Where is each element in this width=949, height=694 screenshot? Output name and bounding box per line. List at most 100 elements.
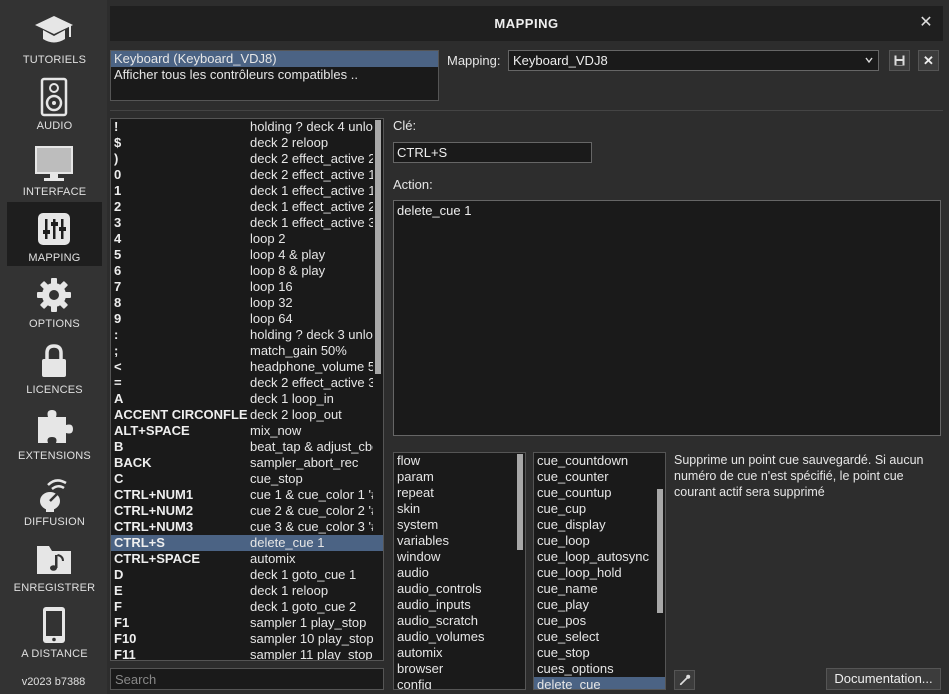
verb-category-item[interactable]: skin bbox=[394, 501, 525, 517]
save-button[interactable] bbox=[889, 50, 910, 71]
sidebar-item-interface[interactable]: INTERFACE bbox=[7, 136, 102, 200]
documentation-button[interactable]: Documentation... bbox=[826, 668, 941, 690]
verb-item[interactable]: cue_countup bbox=[534, 485, 665, 501]
key-row[interactable]: F1 sampler 1 play_stop bbox=[111, 615, 383, 631]
verb-item[interactable]: cue_pos bbox=[534, 613, 665, 629]
key-row[interactable]: Bbeat_tap & adjust_cbg bbox=[111, 439, 383, 455]
verb-item[interactable]: cues_options bbox=[534, 661, 665, 677]
verb-category-item[interactable]: audio_scratch bbox=[394, 613, 525, 629]
verb-category-item[interactable]: audio bbox=[394, 565, 525, 581]
key-row[interactable]: Ddeck 1 goto_cue 1 bbox=[111, 567, 383, 583]
key-row[interactable]: ACCENT CIRCONFLEXEdeck 2 loop_out bbox=[111, 407, 383, 423]
verb-item[interactable]: cue_counter bbox=[534, 469, 665, 485]
verb-list[interactable]: cue_countdown cue_counter cue_countup cue_c… bbox=[533, 452, 666, 690]
key-action: deck 1 loop_in bbox=[250, 391, 334, 406]
key-row[interactable]: : holding ? deck 3 unloop bbox=[111, 327, 383, 343]
key-action: delete_cue 1 bbox=[250, 535, 325, 550]
verb-item[interactable]: cue_stop bbox=[534, 645, 665, 661]
key-row[interactable]: 3 deck 1 effect_active 3 bbox=[111, 215, 383, 231]
sidebar-item-audio[interactable]: AUDIO bbox=[7, 70, 102, 134]
controller-list[interactable]: Keyboard (Keyboard_VDJ8) Afficher tous l… bbox=[110, 50, 439, 101]
key-row[interactable]: Adeck 1 loop_in bbox=[111, 391, 383, 407]
verb-category-list[interactable]: flow param repeat skin system variables window… bbox=[393, 452, 526, 690]
search-input[interactable] bbox=[110, 668, 384, 690]
key-row[interactable]: CTRL+S delete_cue 1 bbox=[111, 535, 383, 551]
verb-item[interactable]: cue_countdown bbox=[534, 453, 665, 469]
verb-item[interactable]: cue_loop bbox=[534, 533, 665, 549]
action-editor[interactable]: delete_cue 1 bbox=[393, 200, 941, 436]
sidebar-item-a-distance[interactable]: A DISTANCE bbox=[7, 598, 102, 662]
key-row[interactable]: 4 loop 2 bbox=[111, 231, 383, 247]
sidebar-item-options[interactable]: OPTIONS bbox=[7, 268, 102, 332]
sidebar-item-extensions[interactable]: EXTENSIONS bbox=[7, 400, 102, 464]
key-row[interactable]: ALT+SPACE mix_now bbox=[111, 423, 383, 439]
key-action: deck 2 effect_active 3 bbox=[250, 375, 373, 390]
sidebar-item-diffusion[interactable]: DIFFUSION bbox=[7, 466, 102, 530]
verb-item[interactable]: cue_name bbox=[534, 581, 665, 597]
verb-category-item[interactable]: audio_inputs bbox=[394, 597, 525, 613]
sidebar-item-tutoriels[interactable]: TUTORIELS bbox=[7, 4, 102, 68]
key-row[interactable]: = deck 2 effect_active 3 bbox=[111, 375, 383, 391]
key-row[interactable]: 6 loop 8 & play bbox=[111, 263, 383, 279]
controller-item[interactable]: Keyboard (Keyboard_VDJ8) bbox=[111, 51, 438, 67]
verb-item[interactable]: cue_select bbox=[534, 629, 665, 645]
key-row[interactable]: 7 loop 16 bbox=[111, 279, 383, 295]
key-row[interactable]: 8 loop 32 bbox=[111, 295, 383, 311]
key-row[interactable]: < headphone_volume 50% bbox=[111, 359, 383, 375]
key-name: ALT+SPACE bbox=[114, 423, 190, 438]
key-row[interactable]: ) deck 2 effect_active 2 bbox=[111, 151, 383, 167]
verb-category-item[interactable]: audio_volumes bbox=[394, 629, 525, 645]
verb-category-item[interactable]: config bbox=[394, 677, 525, 689]
sidebar-item-mapping[interactable]: MAPPING bbox=[7, 202, 102, 266]
speaker-icon bbox=[33, 76, 75, 118]
verb-category-item[interactable]: variables bbox=[394, 533, 525, 549]
key-field[interactable]: CTRL+S bbox=[393, 142, 592, 163]
verb-item[interactable]: delete_cue bbox=[534, 677, 665, 689]
verb-category-item[interactable]: window bbox=[394, 549, 525, 565]
scrollbar[interactable] bbox=[657, 489, 663, 613]
controller-item[interactable]: Afficher tous les contrôleurs compatible… bbox=[111, 67, 438, 83]
key-row[interactable]: CTRL+NUM2 cue 2 & cue_color 2 '# bbox=[111, 503, 383, 519]
verb-item[interactable]: cue_loop_autosync bbox=[534, 549, 665, 565]
verb-category-item[interactable]: automix bbox=[394, 645, 525, 661]
key-row[interactable]: CTRL+NUM1 cue 1 & cue_color 1 '# bbox=[111, 487, 383, 503]
key-row[interactable]: F11 sampler 11 play_stop bbox=[111, 647, 383, 660]
verb-item[interactable]: cue_loop_hold bbox=[534, 565, 665, 581]
key-row[interactable]: $ deck 2 reloop bbox=[111, 135, 383, 151]
verb-item[interactable]: cue_cup bbox=[534, 501, 665, 517]
key-action: deck 1 effect_active 3 bbox=[250, 215, 373, 230]
key-row[interactable]: 5 loop 4 & play bbox=[111, 247, 383, 263]
key-action: deck 1 effect_active 1 bbox=[250, 183, 373, 198]
key-row[interactable]: 0 deck 2 effect_active 1 bbox=[111, 167, 383, 183]
verb-category-item[interactable]: audio_controls bbox=[394, 581, 525, 597]
sliders-icon bbox=[33, 208, 75, 250]
key-row[interactable]: ! holding ? deck 4 unloop bbox=[111, 119, 383, 135]
verb-category-item[interactable]: browser bbox=[394, 661, 525, 677]
verb-category-item[interactable]: repeat bbox=[394, 485, 525, 501]
verb-category-item[interactable]: flow bbox=[394, 453, 525, 469]
key-row[interactable]: 1 deck 1 effect_active 1 bbox=[111, 183, 383, 199]
key-row[interactable]: 2 deck 1 effect_active 2 bbox=[111, 199, 383, 215]
key-row[interactable]: CTRL+NUM3 cue 3 & cue_color 3 '# bbox=[111, 519, 383, 535]
sidebar-item-enregistrer[interactable]: ENREGISTRER bbox=[7, 532, 102, 596]
verb-item[interactable]: cue_play bbox=[534, 597, 665, 613]
key-row[interactable]: ; match_gain 50% bbox=[111, 343, 383, 359]
key-row[interactable]: Ccue_stop bbox=[111, 471, 383, 487]
key-row[interactable]: F10 sampler 10 play_stop bbox=[111, 631, 383, 647]
key-row[interactable]: 9 loop 64 bbox=[111, 311, 383, 327]
scrollbar[interactable] bbox=[375, 120, 381, 374]
key-row[interactable]: CTRL+SPACE automix bbox=[111, 551, 383, 567]
eyedropper-button[interactable] bbox=[674, 670, 695, 690]
remove-mapping-button[interactable]: ✕ bbox=[918, 50, 939, 71]
verb-item[interactable]: cue_display bbox=[534, 517, 665, 533]
key-row[interactable]: Fdeck 1 goto_cue 2 bbox=[111, 599, 383, 615]
key-list[interactable]: ! holding ? deck 4 unloop $ deck 2 reloop) d… bbox=[110, 118, 384, 661]
key-row[interactable]: Edeck 1 reloop bbox=[111, 583, 383, 599]
key-row[interactable]: BACK sampler_abort_rec bbox=[111, 455, 383, 471]
verb-category-item[interactable]: system bbox=[394, 517, 525, 533]
verb-category-item[interactable]: param bbox=[394, 469, 525, 485]
sidebar-item-licences[interactable]: LICENCES bbox=[7, 334, 102, 398]
close-icon[interactable]: ✕ bbox=[917, 14, 935, 32]
mapping-dropdown[interactable]: Keyboard_VDJ8 bbox=[508, 50, 879, 71]
scrollbar[interactable] bbox=[517, 454, 523, 550]
